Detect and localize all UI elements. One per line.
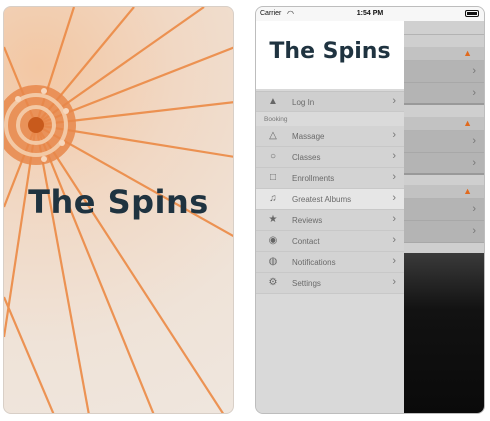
drawer-item-label: Reviews [292, 216, 323, 225]
star-icon: ★ [268, 214, 278, 225]
splash-title: The Spins [28, 183, 209, 221]
drawer-item-label: Contact [292, 237, 320, 246]
phone-screen: Carrier ◠ 1:54 PM ▲ › › ▲ › › ▲ › › The … [255, 6, 485, 414]
content-row[interactable]: › [404, 83, 484, 105]
content-block-1 [404, 21, 484, 35]
content-block-2: ▲ › › [404, 47, 484, 105]
megaphone-icon: ◍ [268, 256, 278, 267]
collapse-arrow-icon[interactable]: ▲ [463, 48, 472, 58]
screenshot-stage: The Spins Carrier ◠ 1:54 PM ▲ › › ▲ › › [0, 0, 490, 421]
splash-screen: The Spins [3, 6, 234, 414]
chevron-right-icon: › [392, 150, 396, 162]
drawer-item-settings[interactable]: ⚙ Settings › [256, 273, 404, 294]
status-bar: Carrier ◠ 1:54 PM [256, 7, 484, 21]
drawer-item-label: Greatest Albums [292, 195, 352, 204]
triangle-outline-icon: △ [269, 130, 277, 141]
drawer-header: The Spins [256, 21, 404, 89]
warning-triangle-icon: ▲ [268, 96, 278, 107]
gear-icon: ⚙ [268, 277, 278, 288]
chevron-right-icon: › [472, 225, 476, 237]
content-block-4: ▲ › › [404, 185, 484, 243]
drawer-item-contact[interactable]: ◉ Contact › [256, 231, 404, 252]
location-pin-icon: ◉ [268, 235, 278, 246]
content-row[interactable]: › [404, 153, 484, 175]
content-section-header [404, 21, 484, 35]
chevron-right-icon: › [472, 87, 476, 99]
content-row[interactable]: › [404, 199, 484, 221]
chevron-right-icon: › [392, 129, 396, 141]
content-row[interactable]: › [404, 131, 484, 153]
status-time: 1:54 PM [356, 10, 384, 17]
chevron-right-icon: › [392, 255, 396, 267]
content-block-3: ▲ › › [404, 117, 484, 175]
collapse-header[interactable]: ▲ [404, 117, 484, 131]
collapse-arrow-icon[interactable]: ▲ [463, 118, 472, 128]
chevron-right-icon: › [392, 234, 396, 246]
drawer-logo: The Spins [269, 39, 391, 64]
drawer-item-label: Massage [292, 132, 325, 141]
drawer-item-classes[interactable]: ○ Classes › [256, 147, 404, 168]
chevron-right-icon: › [392, 192, 396, 204]
drawer-item-log-in[interactable]: ▲ Log In › [256, 91, 404, 112]
drawer-item-greatest-albums[interactable]: ♫ Greatest Albums › [256, 189, 404, 210]
main-content: ▲ › › ▲ › › ▲ › › [404, 21, 484, 413]
chevron-right-icon: › [392, 171, 396, 183]
collapse-header[interactable]: ▲ [404, 185, 484, 199]
drawer-item-notifications[interactable]: ◍ Notifications › [256, 252, 404, 273]
square-outline-icon: □ [269, 172, 277, 183]
chevron-right-icon: › [472, 203, 476, 215]
content-row[interactable]: › [404, 61, 484, 83]
drawer-item-label: Log In [292, 98, 315, 107]
battery-icon [465, 10, 479, 17]
chevron-right-icon: › [392, 213, 396, 225]
chevron-right-icon: › [472, 135, 476, 147]
chevron-right-icon: › [472, 157, 476, 169]
chevron-right-icon: › [392, 276, 396, 288]
drawer-item-enrollments[interactable]: □ Enrollments › [256, 168, 404, 189]
drawer-item-reviews[interactable]: ★ Reviews › [256, 210, 404, 231]
drawer-item-label: Enrollments [292, 174, 335, 183]
drawer-item-label: Classes [292, 153, 321, 162]
music-note-icon: ♫ [269, 193, 277, 204]
content-row[interactable]: › [404, 221, 484, 243]
drawer-item-label: Settings [292, 279, 321, 288]
drawer-item-label: Notifications [292, 258, 336, 267]
content-image-area [404, 253, 484, 413]
chevron-right-icon: › [392, 95, 396, 107]
drawer-item-massage[interactable]: △ Massage › [256, 126, 404, 147]
collapse-arrow-icon[interactable]: ▲ [463, 186, 472, 196]
collapse-header[interactable]: ▲ [404, 47, 484, 61]
circle-outline-icon: ○ [269, 151, 277, 162]
side-drawer: The Spins ▲ Log In › Booking △ Massage ›… [256, 21, 404, 413]
chevron-right-icon: › [472, 65, 476, 77]
section-header-booking: Booking [256, 112, 404, 126]
